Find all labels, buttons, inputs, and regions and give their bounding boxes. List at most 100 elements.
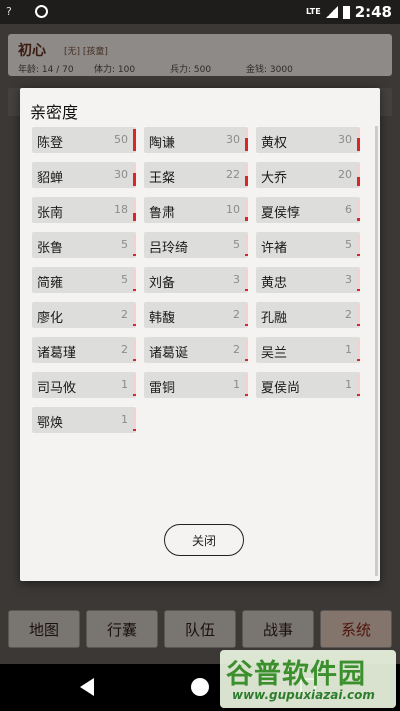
intimacy-item[interactable]: 许褚 5 xyxy=(256,232,360,258)
intimacy-item[interactable]: 陶谦 30 xyxy=(144,127,248,153)
signal-icon xyxy=(325,6,338,18)
intimacy-bar xyxy=(133,199,136,221)
person-name: 吕玲绮 xyxy=(149,241,189,256)
intimacy-value: 1 xyxy=(233,378,240,391)
person-name: 刘备 xyxy=(149,276,176,291)
intimacy-bar-fill xyxy=(245,254,248,256)
person-name: 大乔 xyxy=(261,171,288,186)
intimacy-value: 1 xyxy=(121,413,128,426)
intimacy-bar-fill xyxy=(133,213,136,221)
person-name: 吴兰 xyxy=(261,346,288,361)
intimacy-value: 2 xyxy=(345,308,352,321)
wifi-icon: ? xyxy=(6,5,12,18)
intimacy-item[interactable]: 吴兰 1 xyxy=(256,337,360,363)
intimacy-value: 10 xyxy=(226,203,240,216)
intimacy-value: 2 xyxy=(121,308,128,321)
intimacy-bar-fill xyxy=(357,218,360,221)
intimacy-item[interactable]: 刘备 3 xyxy=(144,267,248,293)
dialog-scrollbar[interactable] xyxy=(375,126,378,576)
intimacy-item[interactable]: 陈登 50 xyxy=(32,127,136,153)
intimacy-bar-fill xyxy=(357,254,360,256)
intimacy-bar-fill xyxy=(357,138,360,151)
dialog-title: 亲密度 xyxy=(30,103,79,122)
intimacy-value: 5 xyxy=(345,238,352,251)
back-icon[interactable] xyxy=(80,678,94,696)
intimacy-item[interactable]: 诸葛瑾 2 xyxy=(32,337,136,363)
intimacy-bar xyxy=(133,304,136,326)
status-bar: ? LTE 2:48 xyxy=(0,0,400,24)
intimacy-item[interactable]: 貂蝉 30 xyxy=(32,162,136,188)
intimacy-value: 3 xyxy=(345,273,352,286)
person-name: 黄权 xyxy=(261,136,288,151)
intimacy-bar xyxy=(133,164,136,186)
intimacy-item[interactable]: 张鲁 5 xyxy=(32,232,136,258)
intimacy-value: 3 xyxy=(233,273,240,286)
intimacy-value: 5 xyxy=(121,273,128,286)
person-name: 孔融 xyxy=(261,311,288,326)
intimacy-value: 6 xyxy=(345,203,352,216)
intimacy-item[interactable]: 孔融 2 xyxy=(256,302,360,328)
intimacy-bar-fill xyxy=(357,324,360,326)
intimacy-item[interactable]: 简雍 5 xyxy=(32,267,136,293)
intimacy-item[interactable]: 鲁肃 10 xyxy=(144,197,248,223)
person-name: 诸葛诞 xyxy=(149,346,189,361)
intimacy-item[interactable]: 司马攸 1 xyxy=(32,372,136,398)
intimacy-bar xyxy=(245,374,248,396)
intimacy-bar-fill xyxy=(357,289,360,291)
intimacy-bar xyxy=(133,234,136,256)
intimacy-item[interactable]: 夏侯尚 1 xyxy=(256,372,360,398)
watermark: 谷普软件园 www.gupuxiazai.com xyxy=(220,650,396,708)
intimacy-value: 5 xyxy=(121,238,128,251)
notification-icon xyxy=(35,5,48,18)
intimacy-bar xyxy=(245,339,248,361)
intimacy-dialog: 亲密度 陈登 50 陶谦 30 黄权 30 貂蝉 30 王粲 22 大乔 20 张南 18 鲁肃 10 夏侯惇 6… xyxy=(20,88,380,581)
person-name: 夏侯惇 xyxy=(261,206,301,221)
intimacy-bar xyxy=(133,374,136,396)
intimacy-bar-fill xyxy=(245,289,248,291)
intimacy-bar-fill xyxy=(357,359,360,361)
intimacy-item[interactable]: 鄂焕 1 xyxy=(32,407,136,433)
intimacy-item[interactable]: 诸葛诞 2 xyxy=(144,337,248,363)
intimacy-value: 2 xyxy=(233,343,240,356)
home-icon[interactable] xyxy=(191,678,209,696)
intimacy-bar xyxy=(357,129,360,151)
intimacy-bar xyxy=(245,199,248,221)
person-name: 诸葛瑾 xyxy=(37,346,77,361)
person-name: 许褚 xyxy=(261,241,288,256)
intimacy-item[interactable]: 夏侯惇 6 xyxy=(256,197,360,223)
person-name: 韩馥 xyxy=(149,311,176,326)
intimacy-item[interactable]: 吕玲绮 5 xyxy=(144,232,248,258)
intimacy-value: 50 xyxy=(114,133,128,146)
intimacy-bar-fill xyxy=(357,177,360,186)
intimacy-item[interactable]: 黄权 30 xyxy=(256,127,360,153)
intimacy-bar xyxy=(357,339,360,361)
intimacy-bar xyxy=(357,234,360,256)
person-name: 鲁肃 xyxy=(149,206,176,221)
intimacy-item[interactable]: 王粲 22 xyxy=(144,162,248,188)
person-name: 张鲁 xyxy=(37,241,64,256)
intimacy-bar xyxy=(357,304,360,326)
intimacy-bar xyxy=(357,269,360,291)
intimacy-value: 1 xyxy=(345,378,352,391)
person-name: 黄忠 xyxy=(261,276,288,291)
intimacy-item[interactable]: 廖化 2 xyxy=(32,302,136,328)
intimacy-bar xyxy=(357,374,360,396)
person-name: 雷铜 xyxy=(149,381,176,396)
intimacy-item[interactable]: 黄忠 3 xyxy=(256,267,360,293)
intimacy-item[interactable]: 大乔 20 xyxy=(256,162,360,188)
intimacy-value: 2 xyxy=(121,343,128,356)
intimacy-item[interactable]: 张南 18 xyxy=(32,197,136,223)
intimacy-item[interactable]: 雷铜 1 xyxy=(144,372,248,398)
intimacy-value: 30 xyxy=(226,133,240,146)
intimacy-item[interactable]: 韩馥 2 xyxy=(144,302,248,328)
intimacy-bar-fill xyxy=(245,138,248,151)
battery-icon xyxy=(342,5,350,19)
intimacy-value: 20 xyxy=(338,168,352,181)
person-name: 张南 xyxy=(37,206,64,221)
watermark-url: www.gupuxiazai.com xyxy=(232,688,375,702)
person-name: 夏侯尚 xyxy=(261,381,301,396)
close-button[interactable]: 关闭 xyxy=(164,524,244,556)
intimacy-bar-fill xyxy=(133,129,136,151)
intimacy-bar-fill xyxy=(133,394,136,396)
intimacy-bar xyxy=(357,199,360,221)
